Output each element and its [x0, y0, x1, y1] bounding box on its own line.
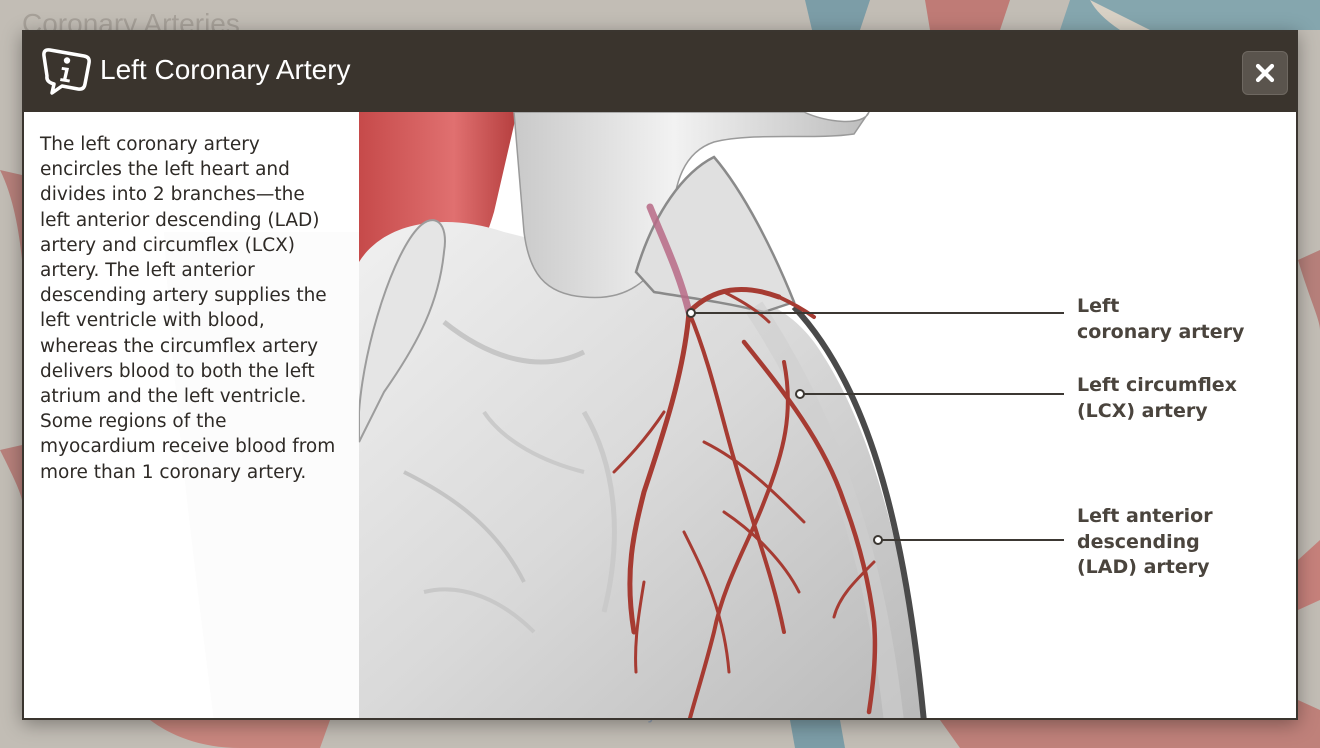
modal-title: Left Coronary Artery	[100, 54, 351, 85]
close-icon	[1255, 63, 1275, 83]
close-button[interactable]	[1242, 51, 1288, 95]
callout-left-anterior-descending-artery: Left anterior descending (LAD) artery	[1077, 505, 1213, 578]
info-modal: Left Coronary Artery The left coronary a…	[22, 30, 1298, 720]
modal-header: Left Coronary Artery	[24, 32, 1296, 112]
callout-left-coronary-artery: Left coronary artery	[1077, 295, 1245, 343]
description-text: The left coronary artery encircles the l…	[40, 134, 336, 483]
info-icon	[40, 46, 92, 96]
modal-body: The left coronary artery encircles the l…	[24, 112, 1296, 718]
callout-left-circumflex-artery: Left circumflex (LCX) artery	[1077, 374, 1237, 422]
